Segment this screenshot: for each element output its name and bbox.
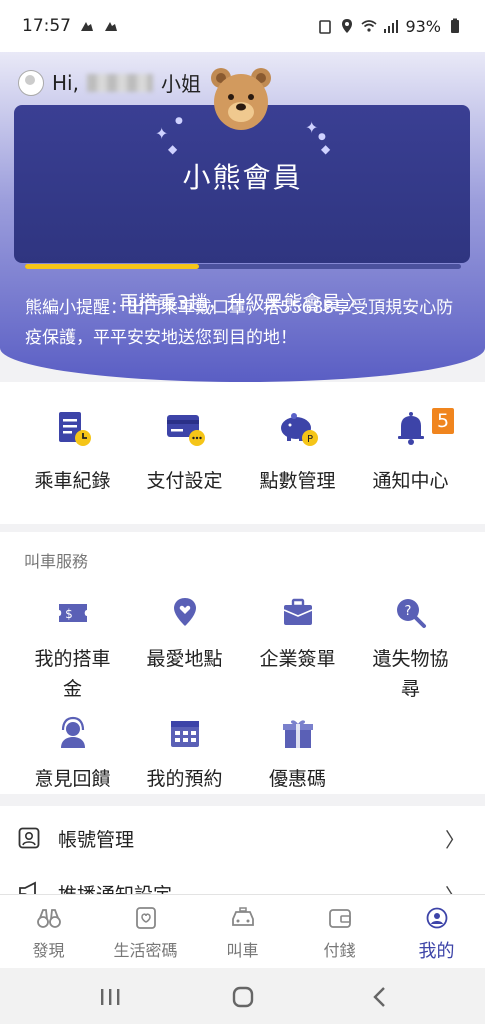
service-label: 我的搭車金: [34, 648, 111, 700]
greeting-suffix: 小姐: [160, 72, 201, 96]
settings-row-push[interactable]: 推播通知設定 〉: [0, 866, 485, 894]
service-ride-credit[interactable]: $ 我的搭車金: [12, 596, 133, 704]
avatar[interactable]: [18, 69, 44, 96]
quick-action-label: 支付設定: [146, 470, 223, 492]
gift-icon: [282, 720, 313, 748]
tab-label: 我的: [418, 941, 455, 962]
service-promo-code[interactable]: 優惠碼: [237, 716, 358, 794]
svg-text:?: ?: [404, 604, 411, 619]
service-feedback[interactable]: 意見回饋: [12, 716, 133, 794]
system-navigation-bar: [0, 968, 485, 1024]
tab-pay[interactable]: 付錢: [291, 895, 388, 969]
battery-percent: 93%: [405, 16, 441, 36]
membership-progress-bar: [25, 264, 461, 269]
back-icon[interactable]: [365, 984, 395, 1010]
greeting-prefix: Hi,: [52, 70, 79, 95]
sparkle-icon: ✦: [155, 124, 169, 143]
member-hero: Hi, 小姐 ✦ ● ◆ ✦ ● ◆ 小熊會員 再搭乘3趟，升級黑熊會員 〉 熊…: [0, 52, 485, 382]
recent-apps-icon[interactable]: [95, 984, 125, 1010]
sparkle-icon: ◆: [321, 142, 331, 156]
calendar-icon: [170, 721, 199, 747]
tip-text: 熊編小提醒：出門乘車戴口罩，搭55688享受頂規安心防疫保護，平平安安地送您到目…: [25, 298, 454, 348]
battery-icon: [451, 18, 459, 33]
sparkle-icon: ◆: [168, 142, 178, 156]
megaphone-icon: [19, 881, 36, 894]
account-id-icon: [18, 827, 40, 849]
tab-label: 發現: [32, 941, 65, 960]
sparkle-icon: ●: [175, 116, 183, 126]
quick-action-payment[interactable]: 支付設定: [124, 408, 245, 493]
quick-action-label: 通知中心: [372, 470, 449, 492]
binoculars-icon: [36, 909, 61, 928]
settings-row-label: 帳號管理: [58, 828, 135, 851]
feedback-headset-icon: [60, 716, 85, 748]
tab-discover[interactable]: 發現: [0, 895, 97, 969]
service-label: 最愛地點: [146, 648, 223, 670]
piggy-bank-icon: P: [280, 413, 318, 446]
membership-title: 小熊會員: [182, 161, 303, 194]
bear-mascot-icon: [211, 68, 271, 130]
wallet-icon: [328, 909, 351, 928]
tab-call-taxi[interactable]: 叫車: [194, 895, 291, 969]
greeting: Hi, 小姐: [18, 68, 201, 97]
service-corporate-billing[interactable]: 企業簽單: [237, 596, 358, 674]
service-label: 遺失物協尋: [372, 648, 449, 700]
tab-life-code[interactable]: 生活密碼: [97, 895, 194, 969]
services-section-title: 叫車服務: [24, 552, 89, 571]
lost-item-search-icon: ?: [396, 599, 426, 628]
quick-action-ride-record[interactable]: 乘車紀錄: [12, 408, 133, 493]
tab-label: 付錢: [323, 941, 356, 960]
recycle-icon: [319, 20, 332, 34]
location-icon: [342, 19, 353, 33]
ride-record-icon: [58, 412, 91, 446]
svg-text:$: $: [65, 607, 73, 621]
svg-text:P: P: [306, 434, 312, 445]
sparkle-icon: ✦: [305, 118, 319, 137]
service-favorite-places[interactable]: 最愛地點: [124, 596, 245, 674]
service-label: 我的預約: [146, 768, 223, 790]
quick-action-label: 乘車紀錄: [34, 470, 111, 492]
tab-label: 叫車: [226, 941, 259, 960]
service-reservations[interactable]: 我的預約: [124, 716, 245, 794]
ride-credit-ticket-icon: $: [58, 604, 87, 622]
payment-card-icon: [166, 415, 205, 446]
tab-label: 生活密碼: [113, 941, 178, 960]
settings-row-account[interactable]: 帳號管理 〉: [0, 810, 485, 866]
notification-count-badge: 5: [432, 408, 454, 434]
chevron-right-icon: 〉: [445, 880, 465, 894]
chevron-right-icon: 〉: [445, 827, 465, 852]
sparkle-icon: ●: [318, 132, 326, 142]
settings-row-label: 推播通知設定: [58, 880, 172, 894]
bottom-tab-bar: 發現 生活密碼 叫車 付錢 我的: [0, 894, 485, 969]
status-time: 17:57: [22, 16, 71, 36]
bell-icon: [397, 412, 424, 445]
wifi-icon: [361, 20, 377, 32]
corporate-bag-icon: [283, 598, 312, 625]
taxi-icon: [231, 907, 254, 926]
signal-icon: [384, 20, 399, 33]
quick-action-label: 點數管理: [259, 470, 336, 492]
membership-progress-fill: [25, 264, 200, 269]
favorite-place-icon: [173, 598, 196, 626]
service-lost-items[interactable]: ? 遺失物協尋: [350, 596, 471, 704]
life-code-icon: [135, 907, 156, 929]
service-label: 企業簽單: [259, 648, 336, 670]
notification-icon: [81, 22, 93, 31]
notification-icon: [105, 22, 117, 31]
service-label: 意見回饋: [34, 768, 111, 790]
status-bar: 17:57 93%: [0, 0, 485, 52]
redacted-name: [86, 73, 153, 92]
tab-profile[interactable]: 我的: [388, 895, 485, 969]
service-label: 優惠碼: [268, 768, 326, 790]
profile-icon: [426, 907, 447, 929]
quick-action-points[interactable]: P 點數管理: [237, 408, 358, 493]
home-icon[interactable]: [228, 984, 258, 1010]
